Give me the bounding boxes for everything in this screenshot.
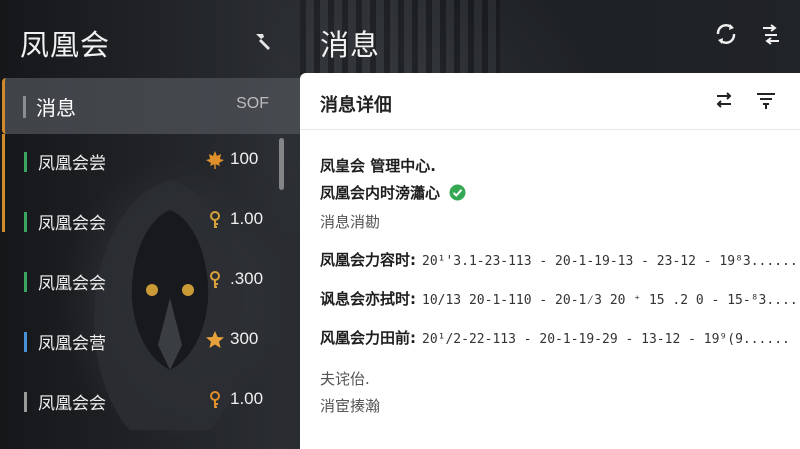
detail-line-2-text: 凤凰会内时滂瀟心 bbox=[320, 184, 441, 202]
sidebar-item-value: 300 bbox=[230, 329, 259, 348]
verified-check-icon bbox=[449, 184, 466, 201]
sidebar-item-4[interactable]: 凤凰会营 300 bbox=[0, 314, 290, 370]
panel-header: 消息详佃 bbox=[300, 73, 800, 130]
sidebar: 消息 SOF 凤凰会尝 100 凤凰会会 1.00 凤凰会会 .300 凤凰会营 bbox=[0, 78, 303, 449]
star-icon bbox=[206, 331, 224, 348]
message-detail-panel: 消息详佃 凤皇会 管理中心. 凤凰会内时滂瀟心 消息消勘 凤凰会力容时: 20¹'… bbox=[300, 73, 800, 449]
sidebar-item-value: 100 bbox=[230, 149, 259, 168]
sidebar-item-5[interactable]: 凤凰会会 1.00 bbox=[0, 374, 290, 430]
page-title: 消息 bbox=[320, 28, 381, 62]
key-icon bbox=[210, 271, 220, 288]
filter-icon[interactable] bbox=[753, 87, 779, 113]
sidebar-item-3[interactable]: 凤凰会会 .300 bbox=[0, 254, 290, 310]
sort-icon[interactable] bbox=[757, 20, 785, 48]
maple-leaf-icon bbox=[206, 151, 224, 169]
sidebar-item-marker bbox=[23, 96, 26, 118]
sidebar-item-messages[interactable]: 消息 SOF bbox=[2, 78, 303, 134]
sidebar-item-2[interactable]: 凤凰会会 1.00 bbox=[0, 194, 290, 250]
sidebar-item-marker bbox=[24, 272, 27, 292]
app-title: 凤凰会 bbox=[20, 28, 111, 62]
sidebar-item-value: 1.00 bbox=[230, 389, 264, 408]
hammer-icon[interactable] bbox=[252, 31, 272, 51]
detail-line-5: 消宦揍瀚 bbox=[320, 397, 381, 415]
detail-row-2: 讽息会亦拭时: 10/13 20-1-110 - 20-1⁄3 20 ⁺ 15 .… bbox=[320, 288, 800, 309]
sidebar-scrollbar[interactable] bbox=[279, 138, 284, 190]
detail-row-1: 凤凰会力容时: 20¹'3.1-23-113 - 20-1-19-13 - 23-… bbox=[320, 249, 798, 270]
sidebar-item-label: 凤凰会会 bbox=[38, 394, 106, 414]
sidebar-item-marker bbox=[24, 152, 27, 172]
detail-row-value: 20¹/2-22-113 - 20-1-19-29 - 13-12 - 19⁹(… bbox=[422, 332, 790, 347]
detail-row-key: 凤凰会力容时: bbox=[320, 251, 416, 269]
sidebar-item-1[interactable]: 凤凰会尝 100 bbox=[0, 134, 290, 190]
sidebar-header-label: 消息 bbox=[36, 96, 76, 120]
detail-row-key: 风凰会力田前: bbox=[320, 329, 416, 347]
key-icon bbox=[210, 391, 220, 408]
sidebar-item-label: 凤凰会会 bbox=[38, 274, 106, 294]
detail-row-value: 20¹'3.1-23-113 - 20-1-19-13 - 23-12 - 19… bbox=[422, 254, 798, 269]
detail-line-1: 凤皇会 管理中心. bbox=[320, 157, 436, 175]
sidebar-item-label: 凤凰会会 bbox=[38, 214, 106, 234]
swap-icon[interactable] bbox=[711, 87, 737, 113]
sidebar-header-tag: SOF bbox=[236, 95, 269, 112]
detail-row-key: 讽息会亦拭时: bbox=[320, 290, 416, 308]
detail-row-3: 风凰会力田前: 20¹/2-22-113 - 20-1-19-29 - 13-12… bbox=[320, 327, 790, 348]
sidebar-item-value: .300 bbox=[230, 269, 264, 288]
sidebar-item-label: 凤凰会营 bbox=[38, 334, 106, 354]
sidebar-item-marker bbox=[24, 392, 27, 412]
sidebar-item-value: 1.00 bbox=[230, 209, 264, 228]
detail-line-2: 凤凰会内时滂瀟心 bbox=[320, 182, 466, 203]
refresh-icon[interactable] bbox=[712, 20, 740, 48]
key-icon bbox=[210, 211, 220, 228]
detail-line-3: 消息消勘 bbox=[320, 213, 381, 231]
sidebar-item-label: 凤凰会尝 bbox=[38, 154, 106, 174]
detail-row-value: 10/13 20-1-110 - 20-1⁄3 20 ⁺ 15 .2 0 - 1… bbox=[422, 293, 800, 308]
detail-line-4: 夫诧佁. bbox=[320, 370, 370, 388]
sidebar-item-marker bbox=[24, 212, 27, 232]
panel-title: 消息详佃 bbox=[320, 95, 392, 116]
sidebar-item-marker bbox=[24, 332, 27, 352]
